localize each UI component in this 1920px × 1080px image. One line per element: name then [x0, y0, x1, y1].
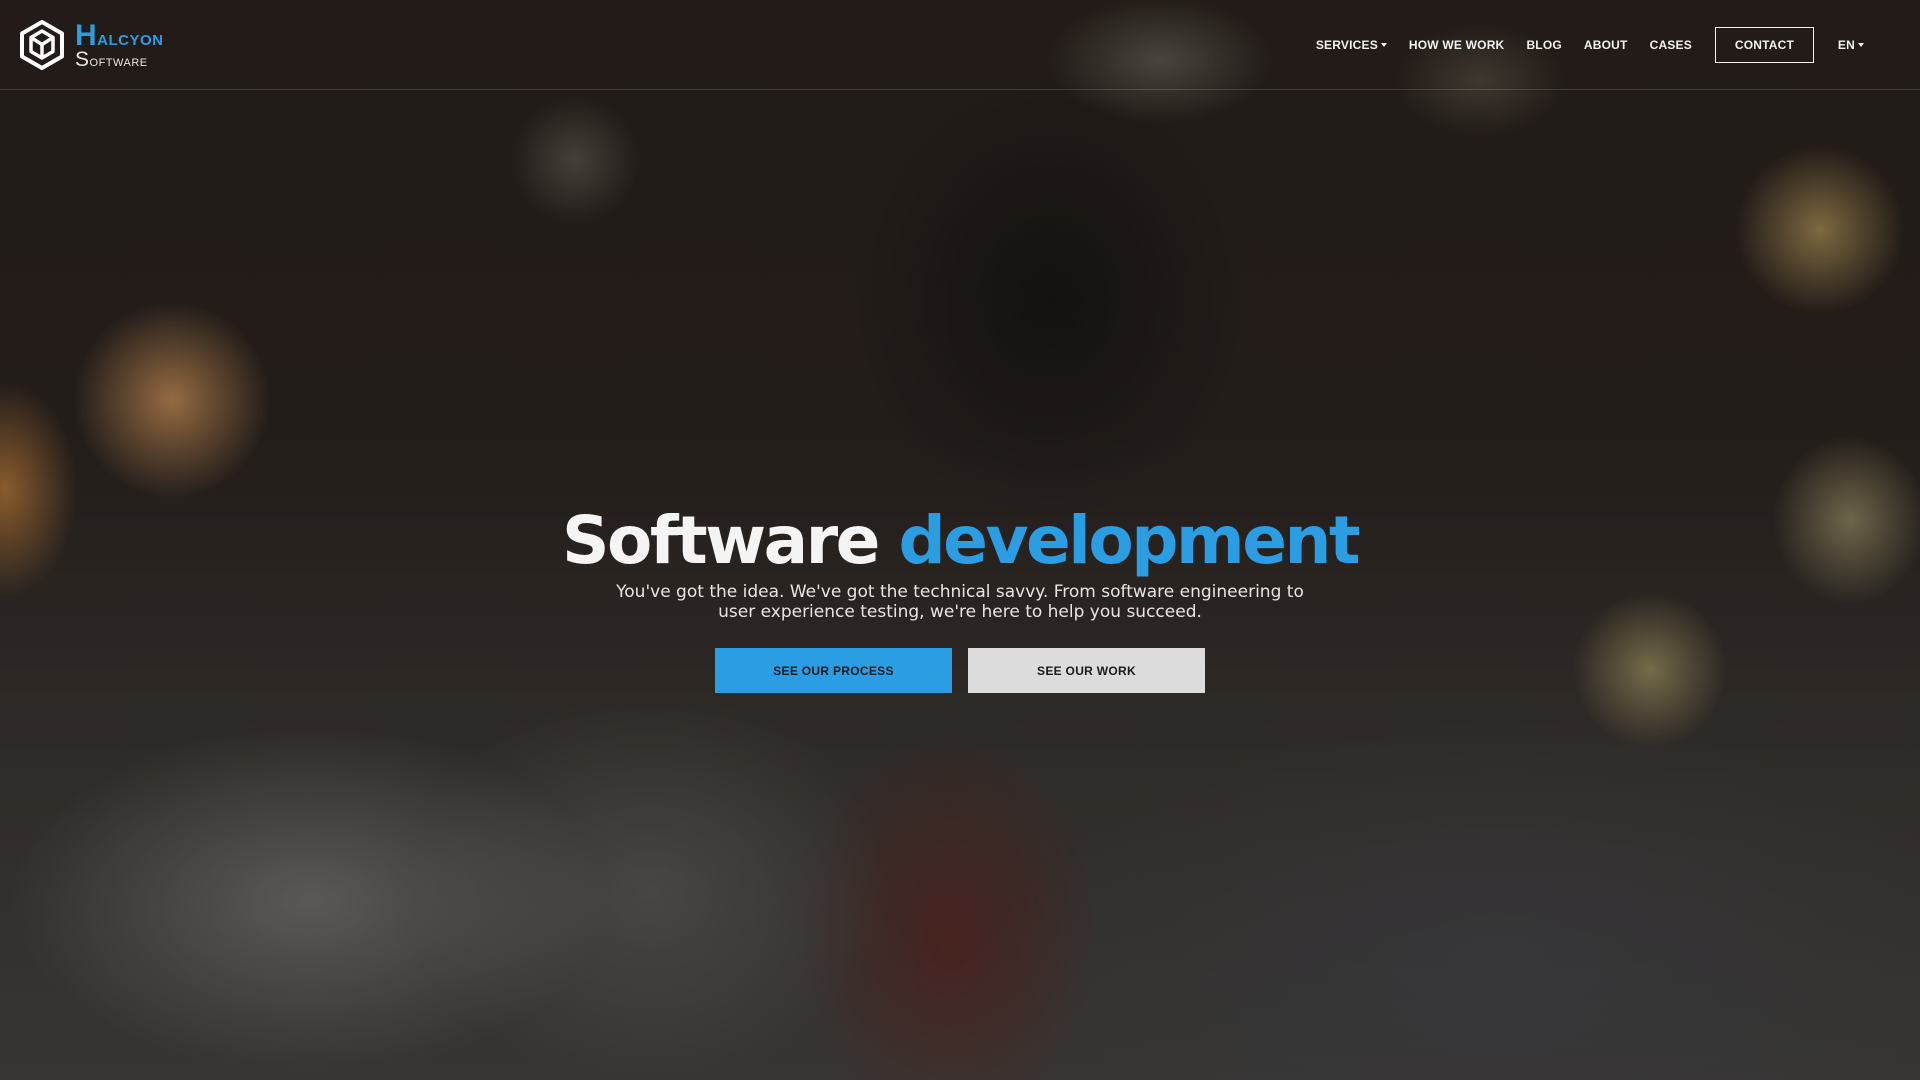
nav-about[interactable]: ABOUT [1584, 38, 1628, 52]
nav-contact-button[interactable]: CONTACT [1714, 27, 1814, 63]
top-navbar: Halcyon Software SERVICES HOW WE WORK BL… [0, 0, 1920, 90]
hero-section: Halcyon Software SERVICES HOW WE WORK BL… [0, 0, 1920, 1080]
brand-name-bottom: Software [75, 47, 148, 71]
chevron-down-icon [1858, 43, 1864, 47]
brand-logo[interactable]: Halcyon Software [19, 20, 164, 70]
nav-services-label: SERVICES [1315, 38, 1378, 52]
headline-part-1: Software [561, 502, 880, 579]
see-our-process-button[interactable]: SEE OUR PROCESS [715, 648, 952, 693]
language-selector[interactable]: EN [1838, 38, 1864, 52]
hero-button-row: SEE OUR PROCESS SEE OUR WORK [0, 648, 1920, 693]
hero-headline: Software development [0, 504, 1920, 578]
main-nav: SERVICES HOW WE WORK BLOG ABOUT CASES CO… [1305, 27, 1920, 63]
hexagon-cube-icon [20, 20, 64, 70]
chevron-down-icon [1380, 43, 1387, 47]
nav-services-dropdown[interactable]: SERVICES [1316, 38, 1387, 52]
brand-name-top: Halcyon [75, 18, 164, 52]
language-label: EN [1837, 38, 1855, 52]
see-our-work-button[interactable]: SEE OUR WORK [968, 648, 1205, 693]
hero-subtext: You've got the idea. We've got the techn… [616, 582, 1304, 622]
brand-wordmark: Halcyon Software [75, 18, 164, 71]
hero-content: Software development You've got the idea… [0, 504, 1920, 693]
nav-how-we-work[interactable]: HOW WE WORK [1409, 38, 1505, 52]
nav-cases[interactable]: CASES [1650, 38, 1692, 52]
nav-blog[interactable]: BLOG [1526, 38, 1561, 52]
headline-part-2: development [898, 502, 1360, 579]
